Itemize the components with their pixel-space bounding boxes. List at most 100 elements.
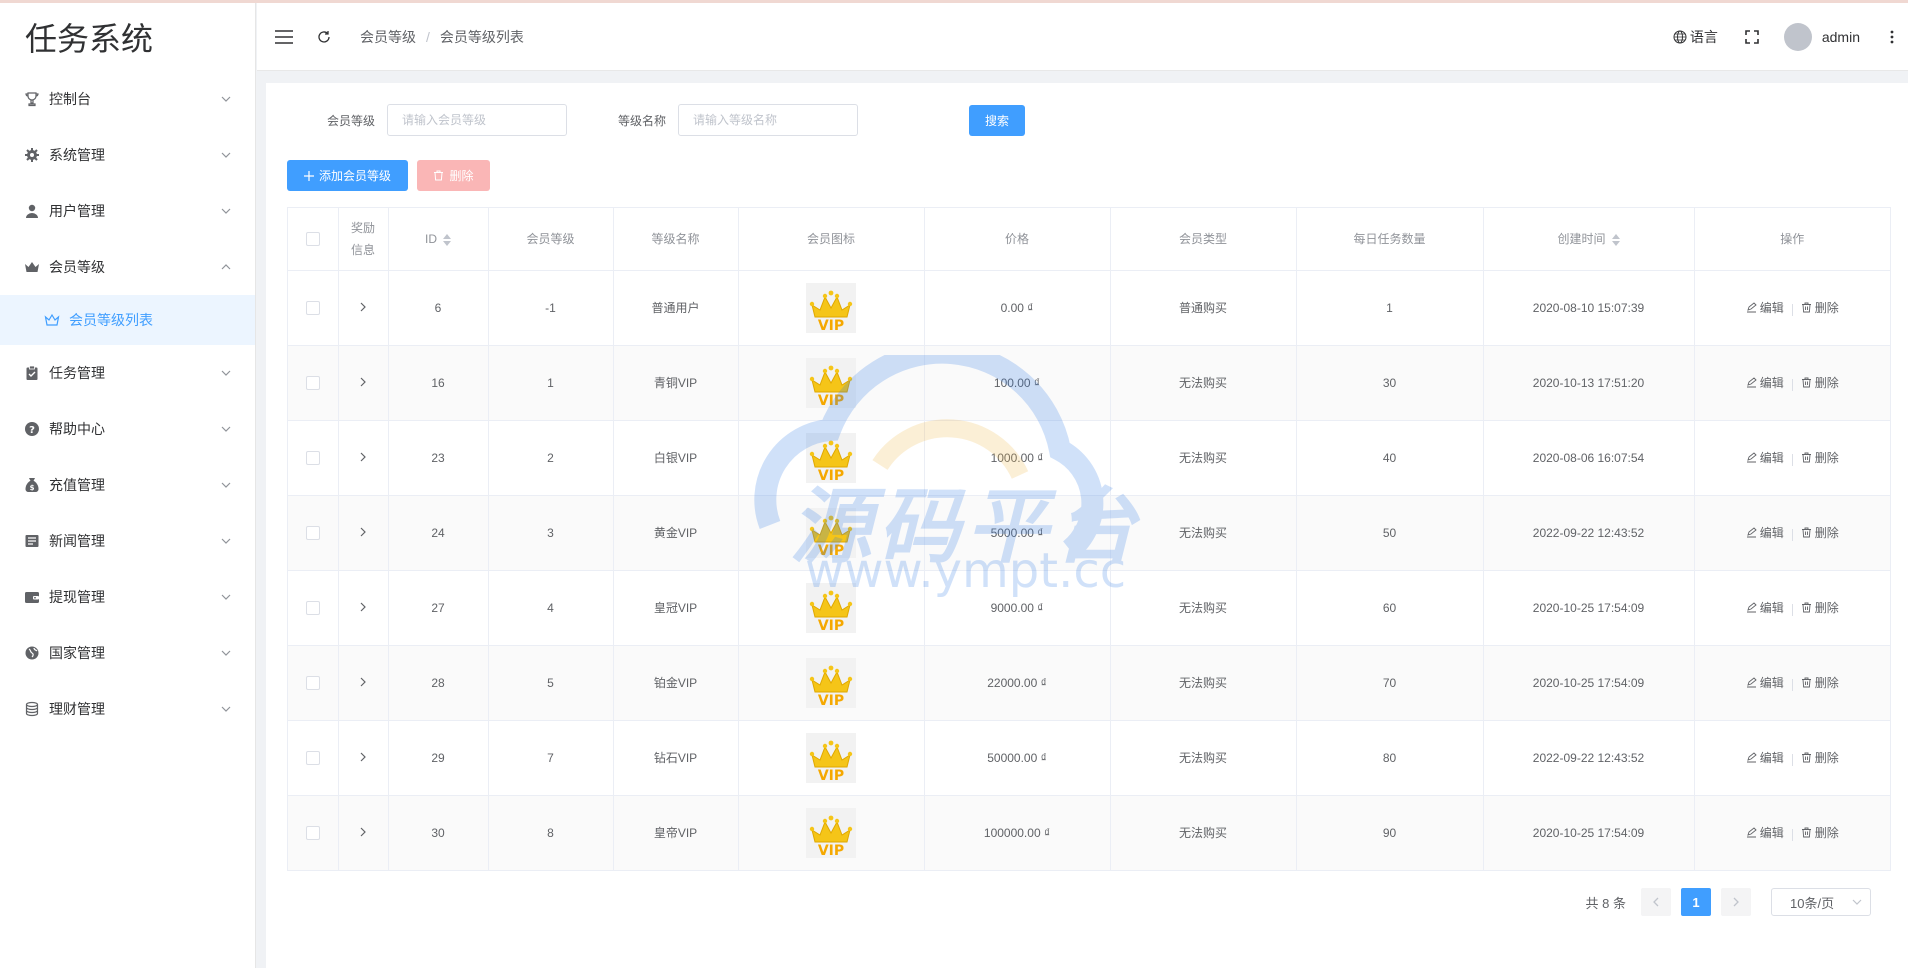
- row-checkbox[interactable]: [305, 300, 320, 315]
- chevron-down-icon: [221, 538, 231, 544]
- sidebar-item-system[interactable]: 系统管理: [0, 127, 255, 183]
- chevron-up-icon: [221, 264, 231, 270]
- add-member-level-button[interactable]: 添加会员等级: [287, 160, 408, 191]
- svg-text:?: ?: [29, 425, 35, 436]
- delete-button[interactable]: 删除: [1801, 524, 1839, 541]
- sidebar-item-countries[interactable]: 国家管理: [0, 625, 255, 681]
- sidebar-item-member-level[interactable]: 会员等级: [0, 239, 255, 295]
- delete-button[interactable]: 删除: [1801, 749, 1839, 766]
- sidebar-subitem-member-level-list[interactable]: 会员等级列表: [0, 295, 255, 345]
- row-checkbox[interactable]: [305, 600, 320, 615]
- cell-ops: 编辑 删除: [1694, 570, 1890, 646]
- cell-name: 皇冠VIP: [613, 570, 739, 646]
- next-page-button[interactable]: [1721, 888, 1751, 916]
- trash-icon: [434, 170, 444, 181]
- page-size-select[interactable]: 10条/页: [1771, 888, 1871, 916]
- delete-button[interactable]: 删除: [1801, 299, 1839, 316]
- expand-row-icon[interactable]: [359, 452, 367, 462]
- breadcrumb-item[interactable]: 会员等级: [360, 27, 416, 47]
- row-checkbox[interactable]: [305, 375, 320, 390]
- row-checkbox[interactable]: [305, 750, 320, 765]
- cell-name: 白银VIP: [613, 420, 739, 496]
- expand-row-icon[interactable]: [359, 677, 367, 687]
- gear-icon: [24, 147, 40, 163]
- cell-icon: VIP: [738, 345, 925, 421]
- level-input[interactable]: [387, 104, 568, 136]
- table-row: 23 2 白银VIP VIP 1000.00 ₫ 无法购买 40 2020-08-06 16:…: [288, 420, 1890, 496]
- name-input[interactable]: [678, 104, 859, 136]
- sidebar-item-users[interactable]: 用户管理: [0, 183, 255, 239]
- sort-caret-icon[interactable]: [443, 233, 451, 246]
- delete-button[interactable]: 删除: [1801, 449, 1839, 466]
- column-header-daily: 每日任务数量: [1296, 208, 1484, 271]
- prev-page-button[interactable]: [1641, 888, 1671, 916]
- edit-button[interactable]: 编辑: [1746, 824, 1784, 841]
- column-header-created[interactable]: 创建时间: [1483, 208, 1695, 271]
- sidebar-item-tasks[interactable]: 任务管理: [0, 345, 255, 401]
- select-all-checkbox[interactable]: [305, 232, 320, 247]
- svg-text:VIP: VIP: [818, 843, 844, 858]
- row-select-cell: [288, 720, 339, 796]
- expand-row-icon[interactable]: [359, 527, 367, 537]
- expand-row-icon[interactable]: [359, 602, 367, 612]
- sidebar-item-news[interactable]: 新闻管理: [0, 513, 255, 569]
- user-menu[interactable]: admin: [1783, 23, 1860, 51]
- batch-delete-button[interactable]: 删除: [417, 160, 490, 191]
- cell-daily: 60: [1296, 570, 1484, 646]
- cell-created: 2020-10-25 17:54:09: [1483, 645, 1695, 721]
- row-checkbox[interactable]: [305, 450, 320, 465]
- row-checkbox[interactable]: [305, 826, 320, 841]
- edit-button[interactable]: 编辑: [1746, 299, 1784, 316]
- row-checkbox[interactable]: [305, 525, 320, 540]
- cell-icon: VIP: [738, 720, 925, 796]
- expand-row-icon[interactable]: [359, 377, 367, 387]
- row-checkbox[interactable]: [305, 675, 320, 690]
- column-header-name: 等级名称: [613, 208, 739, 271]
- edit-button[interactable]: 编辑: [1746, 674, 1784, 691]
- page-number-current[interactable]: 1: [1681, 888, 1711, 916]
- chevron-down-icon: [221, 370, 231, 376]
- expand-cell: [338, 570, 389, 646]
- delete-button[interactable]: 删除: [1801, 674, 1839, 691]
- column-header-id[interactable]: ID: [388, 208, 489, 271]
- ops-divider: [1791, 528, 1793, 541]
- expand-cell: [338, 345, 389, 421]
- sidebar-item-label: 充值管理: [49, 477, 105, 493]
- sidebar-item-dashboard[interactable]: 控制台: [0, 71, 255, 127]
- search-button[interactable]: 搜索: [969, 104, 1026, 136]
- delete-button[interactable]: 删除: [1801, 599, 1839, 616]
- expand-row-icon[interactable]: [359, 302, 367, 312]
- cell-icon: VIP: [738, 420, 925, 496]
- row-select-cell: [288, 795, 339, 870]
- sidebar-item-finance[interactable]: 理财管理: [0, 681, 255, 737]
- edit-button[interactable]: 编辑: [1746, 524, 1784, 541]
- language-label: 语言: [1689, 29, 1718, 45]
- edit-button[interactable]: 编辑: [1746, 599, 1784, 616]
- delete-button[interactable]: 删除: [1801, 824, 1839, 841]
- edit-button[interactable]: 编辑: [1746, 449, 1784, 466]
- breadcrumb-item-current: 会员等级列表: [439, 28, 524, 45]
- sort-caret-icon[interactable]: [1611, 234, 1620, 247]
- globe-icon: [1673, 30, 1687, 44]
- edit-button[interactable]: 编辑: [1746, 374, 1784, 391]
- expand-row-icon[interactable]: [359, 752, 367, 762]
- trash-icon: [1801, 752, 1811, 763]
- language-switcher[interactable]: 语言: [1673, 27, 1718, 47]
- sidebar-item-help[interactable]: ? 帮助中心: [0, 401, 255, 457]
- delete-button[interactable]: 删除: [1801, 374, 1839, 391]
- svg-text:VIP: VIP: [818, 618, 844, 633]
- column-header-type: 会员类型: [1110, 208, 1297, 271]
- sidebar-item-withdraw[interactable]: 提现管理: [0, 569, 255, 625]
- expand-row-icon[interactable]: [359, 827, 367, 837]
- wallet-icon: [24, 589, 40, 605]
- cell-ops: 编辑 删除: [1694, 270, 1890, 346]
- cell-type: 无法购买: [1110, 345, 1297, 421]
- refresh-icon[interactable]: [314, 27, 334, 47]
- hamburger-menu-icon[interactable]: [274, 27, 294, 47]
- fullscreen-icon[interactable]: [1742, 27, 1762, 47]
- edit-button[interactable]: 编辑: [1746, 749, 1784, 766]
- expand-cell: [338, 645, 389, 721]
- chevron-down-icon: [221, 706, 231, 712]
- sidebar-item-recharge[interactable]: $ 充值管理: [0, 457, 255, 513]
- more-vertical-icon[interactable]: [1882, 27, 1902, 47]
